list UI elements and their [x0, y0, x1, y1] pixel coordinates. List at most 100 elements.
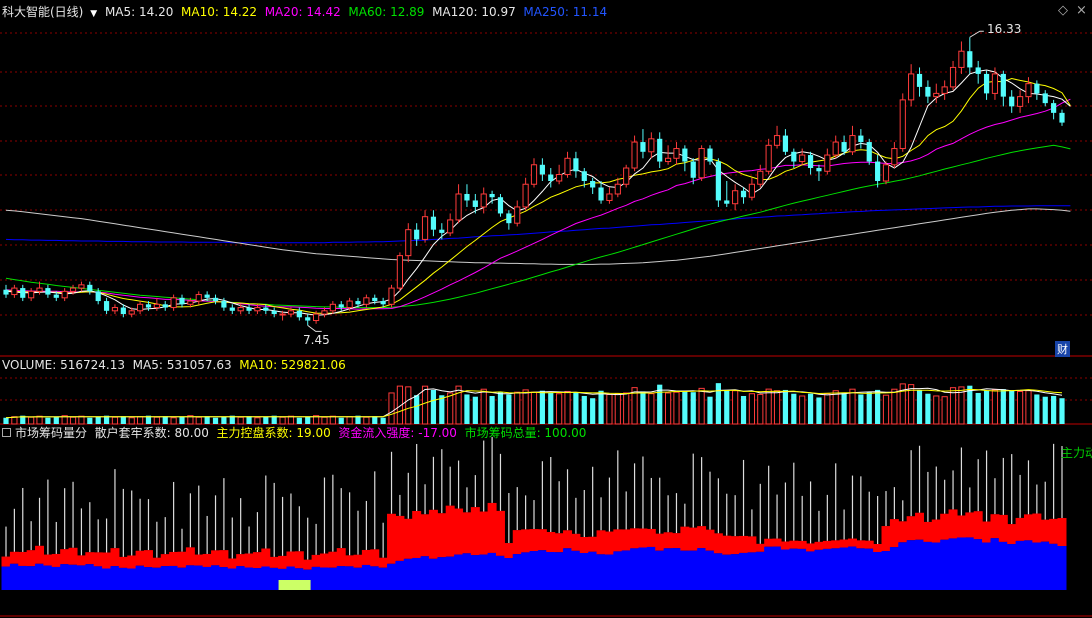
- ma5-value: MA5: 14.20: [104, 5, 174, 19]
- candle-body-down: [53, 294, 59, 298]
- candle-body-down: [816, 168, 822, 172]
- chip-red-block: [244, 553, 254, 568]
- volume-bar-down: [296, 417, 302, 424]
- candle-body-down: [472, 200, 478, 207]
- chip-red-block: [470, 507, 480, 556]
- finance-badge[interactable]: 财: [1055, 341, 1070, 357]
- chip-red-block: [487, 502, 497, 553]
- chip-blue-block: [160, 566, 170, 590]
- volume-bar-down: [590, 398, 596, 424]
- volume-bar-down: [983, 390, 990, 424]
- chip-blue-block: [1023, 540, 1033, 590]
- volume-bar-down: [506, 394, 512, 424]
- candle-body-down: [506, 213, 512, 224]
- candle-body-down: [548, 174, 554, 181]
- low-price-label: 7.45: [303, 333, 330, 347]
- chip-red-block: [51, 553, 61, 567]
- chip-red-block: [286, 551, 296, 567]
- chip-blue-block: [680, 550, 690, 590]
- candle-body-up: [765, 144, 772, 172]
- volume-bar-down: [1051, 395, 1057, 424]
- chip-red-block: [43, 554, 53, 566]
- chart-canvas[interactable]: [0, 0, 1092, 618]
- volume-bar-down: [740, 395, 747, 424]
- volume-bar-up: [405, 386, 412, 425]
- candle-body-down: [87, 284, 93, 292]
- chip-blue-block: [923, 541, 933, 590]
- candle-body-down: [715, 161, 721, 201]
- chip-red-block: [378, 557, 388, 568]
- chip-blue-block: [638, 547, 648, 590]
- chip-red-block: [252, 552, 262, 569]
- volume-bar-down: [1000, 389, 1006, 424]
- volume-bar-down: [866, 392, 872, 424]
- volume-bar-down: [87, 417, 93, 424]
- chip-blue-block: [504, 558, 514, 590]
- candle-body-down: [875, 161, 881, 181]
- volume-bar-down: [53, 416, 59, 424]
- close-icon[interactable]: ×: [1076, 3, 1087, 18]
- candle-body-up: [757, 170, 764, 185]
- volume-bar-up: [614, 393, 621, 425]
- volume-bar-down: [380, 417, 386, 424]
- candle-body-up: [648, 138, 655, 153]
- chip-blue-block: [571, 550, 581, 590]
- chip-blue-block: [211, 565, 221, 590]
- candle-body-up: [773, 135, 781, 146]
- volume-bar-down: [439, 395, 445, 424]
- chip-red-block: [412, 510, 422, 558]
- chip-red-block: [638, 528, 648, 548]
- candle-body-up: [312, 313, 320, 322]
- volume-bar-up: [329, 415, 336, 425]
- stock-title[interactable]: 科大智能(日线): [2, 5, 83, 19]
- chip-blue-block: [546, 552, 556, 590]
- chip-indicator-name[interactable]: 市场筹码量分: [15, 426, 87, 440]
- chip-blue-block: [336, 566, 346, 590]
- chip-blue-block: [998, 541, 1008, 590]
- candle-body-up: [329, 303, 336, 312]
- chip-red-block: [906, 516, 916, 541]
- chip-blue-block: [663, 548, 673, 590]
- chip-blue-block: [9, 563, 19, 590]
- chip-red-block: [194, 554, 204, 566]
- volume-bar-up: [849, 388, 856, 425]
- chip-red-block: [261, 548, 271, 567]
- chip-red-block: [537, 529, 547, 551]
- volume-bar-up: [757, 393, 764, 425]
- candle-body-up: [933, 92, 940, 98]
- triangle-down-icon[interactable]: ▼: [90, 9, 97, 19]
- diamond-icon[interactable]: ◇: [1058, 3, 1068, 18]
- chip-blue-block: [328, 567, 338, 590]
- volume-bar-down: [1042, 396, 1048, 424]
- ma120-value: MA120: 10.97: [432, 5, 516, 19]
- candle-body-down: [338, 304, 344, 308]
- volume-bar-down: [162, 416, 168, 424]
- chip-red-block: [177, 551, 187, 568]
- chip-blue-block: [956, 537, 966, 590]
- chip-blue-block: [847, 546, 857, 590]
- chip-red-block: [437, 513, 447, 558]
- chip-red-block: [1007, 524, 1017, 545]
- chip-red-block: [1032, 513, 1042, 543]
- chip-blue-block: [596, 554, 606, 590]
- chip-blue-block: [110, 566, 120, 590]
- volume-bar-down: [598, 390, 604, 424]
- volume-bar-up: [388, 392, 395, 425]
- volume-bar-down: [45, 417, 51, 424]
- chip-red-block: [370, 549, 380, 567]
- chip-red-block: [940, 513, 950, 540]
- volume-bar-up: [111, 416, 119, 425]
- chip-blue-block: [722, 554, 732, 590]
- volume-bar-down: [305, 416, 311, 424]
- chip-blue-block: [931, 542, 941, 590]
- candle-body-down: [45, 288, 51, 295]
- chip-red-block: [873, 544, 883, 552]
- chip-blue-block: [219, 567, 229, 590]
- volume-bar-up: [556, 393, 563, 425]
- volume-value: VOLUME: 516724.13: [2, 358, 125, 372]
- volume-bar-up: [170, 417, 177, 425]
- candle-body-down: [20, 288, 26, 298]
- chip-blue-block: [152, 567, 162, 590]
- candle-body-down: [464, 193, 470, 201]
- chip-red-block: [764, 538, 774, 547]
